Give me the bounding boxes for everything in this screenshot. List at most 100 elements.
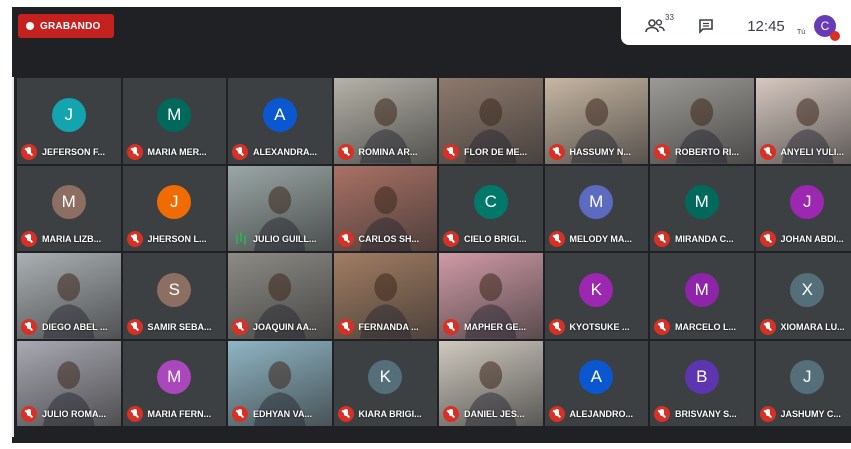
participant-avatar: J <box>157 185 192 220</box>
participant-tile[interactable]: MAPHER GE... <box>438 252 544 340</box>
participant-tile[interactable]: ANYELI YULI... <box>754 77 851 165</box>
participant-name-row: MIRANDA C... <box>654 231 752 247</box>
participant-name: CIELO BRIGI... <box>464 234 527 244</box>
participant-avatar: C <box>473 185 508 220</box>
participant-name: MARIA FERN... <box>147 409 212 419</box>
clock: 12:45 <box>747 17 785 35</box>
participant-tile[interactable]: M MIRANDA C... <box>649 164 755 252</box>
mic-off-icon <box>126 406 143 422</box>
mic-off-icon <box>443 143 459 160</box>
mic-off-icon <box>759 318 776 335</box>
participant-tile[interactable]: M MELODY MA... <box>543 164 649 252</box>
participant-name: JOHAN ABDI... <box>780 234 844 244</box>
mic-off-icon <box>232 318 248 335</box>
participant-avatar: X <box>790 272 825 307</box>
participant-tile[interactable]: JULIO ROMA... <box>16 339 122 427</box>
mic-off-icon <box>548 406 565 422</box>
participant-grid: J JEFERSON F... M MARIA MER... A ALEXANDRA...… <box>16 77 851 427</box>
participant-tile[interactable]: J JHERSON L... <box>121 164 227 252</box>
participant-tile[interactable]: ROMINA AR... <box>332 77 438 165</box>
mic-off-icon <box>126 318 143 335</box>
participant-tile[interactable]: X XIOMARA LU... <box>754 252 851 340</box>
participant-name: EDHYAN VA... <box>253 409 313 419</box>
participant-name-row: CARLOS SH... <box>337 231 436 247</box>
chat-icon <box>699 19 713 34</box>
participant-tile[interactable]: ROBERTO RI... <box>649 77 755 165</box>
participant-name-row: FERNANDA ... <box>337 318 436 335</box>
participant-name-row: EDHYAN VA... <box>232 406 330 422</box>
speaking-icon <box>232 231 248 247</box>
participant-tile[interactable]: C CIELO BRIGI... <box>438 164 544 252</box>
participant-name-row: ALEXANDRA... <box>232 143 330 160</box>
participant-tile[interactable]: B BRISVANY S... <box>649 339 755 427</box>
participant-name-row: JULIO GUILL... <box>232 231 330 247</box>
participant-name-row: HASSUMY N... <box>548 143 647 160</box>
participant-name-row: JHERSON L... <box>126 231 225 247</box>
participant-name: SAMIR SEBA... <box>147 321 212 332</box>
participant-tile[interactable]: CARLOS SH... <box>332 164 438 252</box>
participant-name: JASHUMY C... <box>780 409 841 419</box>
mic-off-icon <box>548 231 565 247</box>
participant-avatar: M <box>684 185 719 220</box>
participant-tile[interactable]: M MARIA FERN... <box>121 339 227 427</box>
participant-name-row: MARCELO L... <box>654 318 752 335</box>
participant-avatar: J <box>790 360 825 395</box>
mic-off-icon <box>759 231 776 247</box>
chat-button[interactable] <box>689 7 723 45</box>
mic-off-icon <box>21 143 37 160</box>
mic-off-icon <box>337 231 354 247</box>
participant-count: 33 <box>665 13 674 22</box>
mic-off-icon <box>337 318 354 335</box>
participant-tile[interactable]: DIEGO ABEL ... <box>16 252 122 340</box>
participant-tile[interactable]: JULIO GUILL... <box>227 164 333 252</box>
participant-tile[interactable]: JOAQUIN AA... <box>227 252 333 340</box>
participant-tile[interactable]: M MARIA LIZB... <box>16 164 122 252</box>
participant-name-row: MAPHER GE... <box>443 318 541 335</box>
participant-tile[interactable]: S SAMIR SEBA... <box>121 252 227 340</box>
participant-tile[interactable]: FLOR DE ME... <box>438 77 544 165</box>
mic-off-icon <box>126 231 143 247</box>
participant-name: MARCELO L... <box>675 321 736 332</box>
mic-off-icon <box>443 406 459 422</box>
participant-tile[interactable]: DANIEL JES... <box>438 339 544 427</box>
participant-name-row: JULIO ROMA... <box>21 406 119 422</box>
participant-tile[interactable]: M MARIA MER... <box>121 77 227 165</box>
meeting-window: GRABANDO 33 12:45 Tú C J JEFERSON F... M MA… <box>12 7 851 443</box>
participant-tile[interactable]: EDHYAN VA... <box>227 339 333 427</box>
participant-avatar: J <box>790 185 825 220</box>
participant-name: DIEGO ABEL ... <box>42 321 108 332</box>
participant-name-row: JEFERSON F... <box>21 143 119 160</box>
participant-tile[interactable]: HASSUMY N... <box>543 77 649 165</box>
participant-name-row: MARIA FERN... <box>126 406 225 422</box>
participant-avatar: M <box>157 360 192 395</box>
participant-tile[interactable]: J JOHAN ABDI... <box>754 164 851 252</box>
participant-tile[interactable]: M MARCELO L... <box>649 252 755 340</box>
participant-name: FERNANDA ... <box>358 321 419 332</box>
participant-name: ROMINA AR... <box>358 146 418 157</box>
participant-name: ALEXANDRA... <box>253 146 318 157</box>
participant-tile[interactable]: K KIARA BRIGI... <box>332 339 438 427</box>
participant-tile[interactable]: J JEFERSON F... <box>16 77 122 165</box>
participant-tile[interactable]: FERNANDA ... <box>332 252 438 340</box>
participant-tile[interactable]: A ALEJANDRO... <box>543 339 649 427</box>
self-muted-icon <box>830 31 840 41</box>
participant-name: XIOMARA LU... <box>780 321 845 332</box>
participant-name: JULIO ROMA... <box>42 409 107 419</box>
participant-tile[interactable]: K KYOTSUKE ... <box>543 252 649 340</box>
you-label: Tú <box>797 29 806 36</box>
participant-name: BRISVANY S... <box>675 409 737 419</box>
participant-name-row: MELODY MA... <box>548 231 647 247</box>
participant-name: DANIEL JES... <box>464 409 525 419</box>
mic-off-icon <box>654 318 670 335</box>
participant-name-row: FLOR DE ME... <box>443 143 541 160</box>
mic-off-icon <box>548 318 565 335</box>
participants-button[interactable]: 33 <box>635 7 675 45</box>
participant-avatar: K <box>579 272 614 307</box>
participant-name: MARIA LIZB... <box>42 234 102 244</box>
mic-off-icon <box>232 406 248 422</box>
participant-tile[interactable]: J JASHUMY C... <box>754 339 851 427</box>
participant-tile[interactable]: A ALEXANDRA... <box>227 77 333 165</box>
participant-avatar: B <box>684 360 719 395</box>
mic-off-icon <box>654 143 670 160</box>
participant-avatar: A <box>579 360 614 395</box>
